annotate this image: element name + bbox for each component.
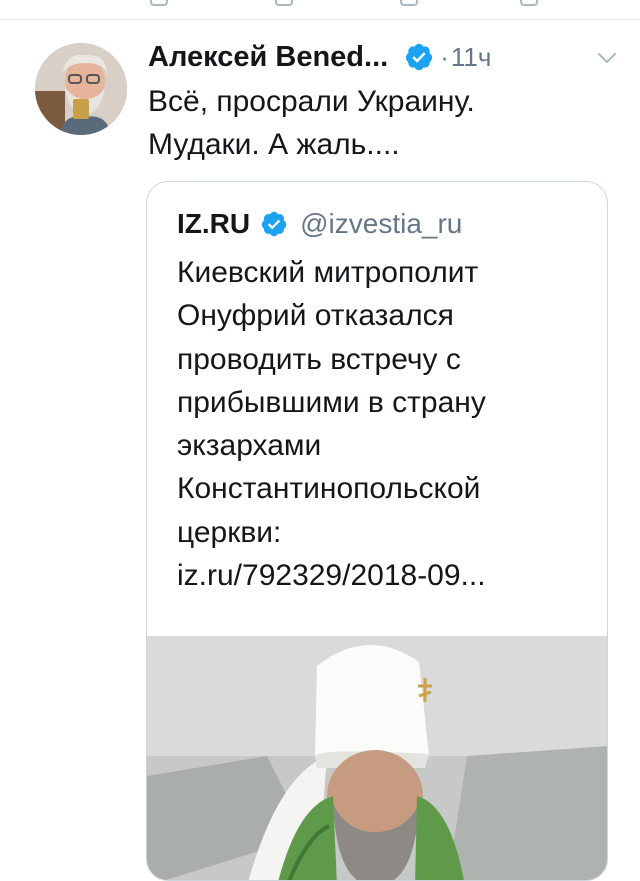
like-icon[interactable] [400,0,418,6]
quoted-text-line: церкви: [177,515,282,549]
quoted-text-line: Онуфрий отказался [177,299,454,333]
reply-icon[interactable] [150,0,168,6]
quoted-text-line: проводить встречу с [177,342,461,376]
previous-tweet-actions-stub [0,0,640,20]
quoted-text-line: прибывшими в страну [177,385,486,419]
quoted-author-name[interactable]: IZ.RU [177,208,250,240]
tweet[interactable]: Алексей Вened... · 11ч Всё, просрали Укр… [0,21,640,881]
author-name[interactable]: Алексей Вened... [148,41,388,74]
quoted-tweet-text: Киевский митрополит Онуфрий отказался пр… [177,251,587,597]
quoted-author-handle[interactable]: @izvestia_ru [300,208,462,240]
verified-badge-icon [404,42,434,72]
chevron-down-icon[interactable] [596,47,618,69]
quoted-tweet-card[interactable]: IZ.RU @izvestia_ru Киевский митрополит О… [146,181,608,881]
quoted-text-line: Киевский митрополит [177,256,479,289]
quoted-tweet-header: IZ.RU @izvestia_ru [177,204,462,244]
tweet-text-line: Мудаки. А жаль.... [148,128,400,161]
separator-dot: · [440,41,449,72]
tweet-text: Всё, просрали Украину. Мудаки. А жаль...… [148,80,618,166]
tweet-timestamp[interactable]: 11ч [451,42,492,73]
quoted-text-line: экзархами [177,429,322,463]
retweet-icon[interactable] [275,0,293,6]
verified-badge-icon [260,210,288,238]
share-icon[interactable] [520,0,538,6]
tweet-text-line: Всё, просрали Украину. [148,85,475,118]
quoted-link[interactable]: iz.ru/792329/2018-09... [177,554,587,597]
metropolitan-photo [147,636,607,880]
quoted-tweet-image[interactable] [147,636,607,880]
avatar-photo [35,43,127,135]
tweet-header: Алексей Вened... · 11ч [148,35,618,79]
quoted-text-line: Константинопольской [177,472,481,506]
avatar[interactable] [35,43,127,135]
